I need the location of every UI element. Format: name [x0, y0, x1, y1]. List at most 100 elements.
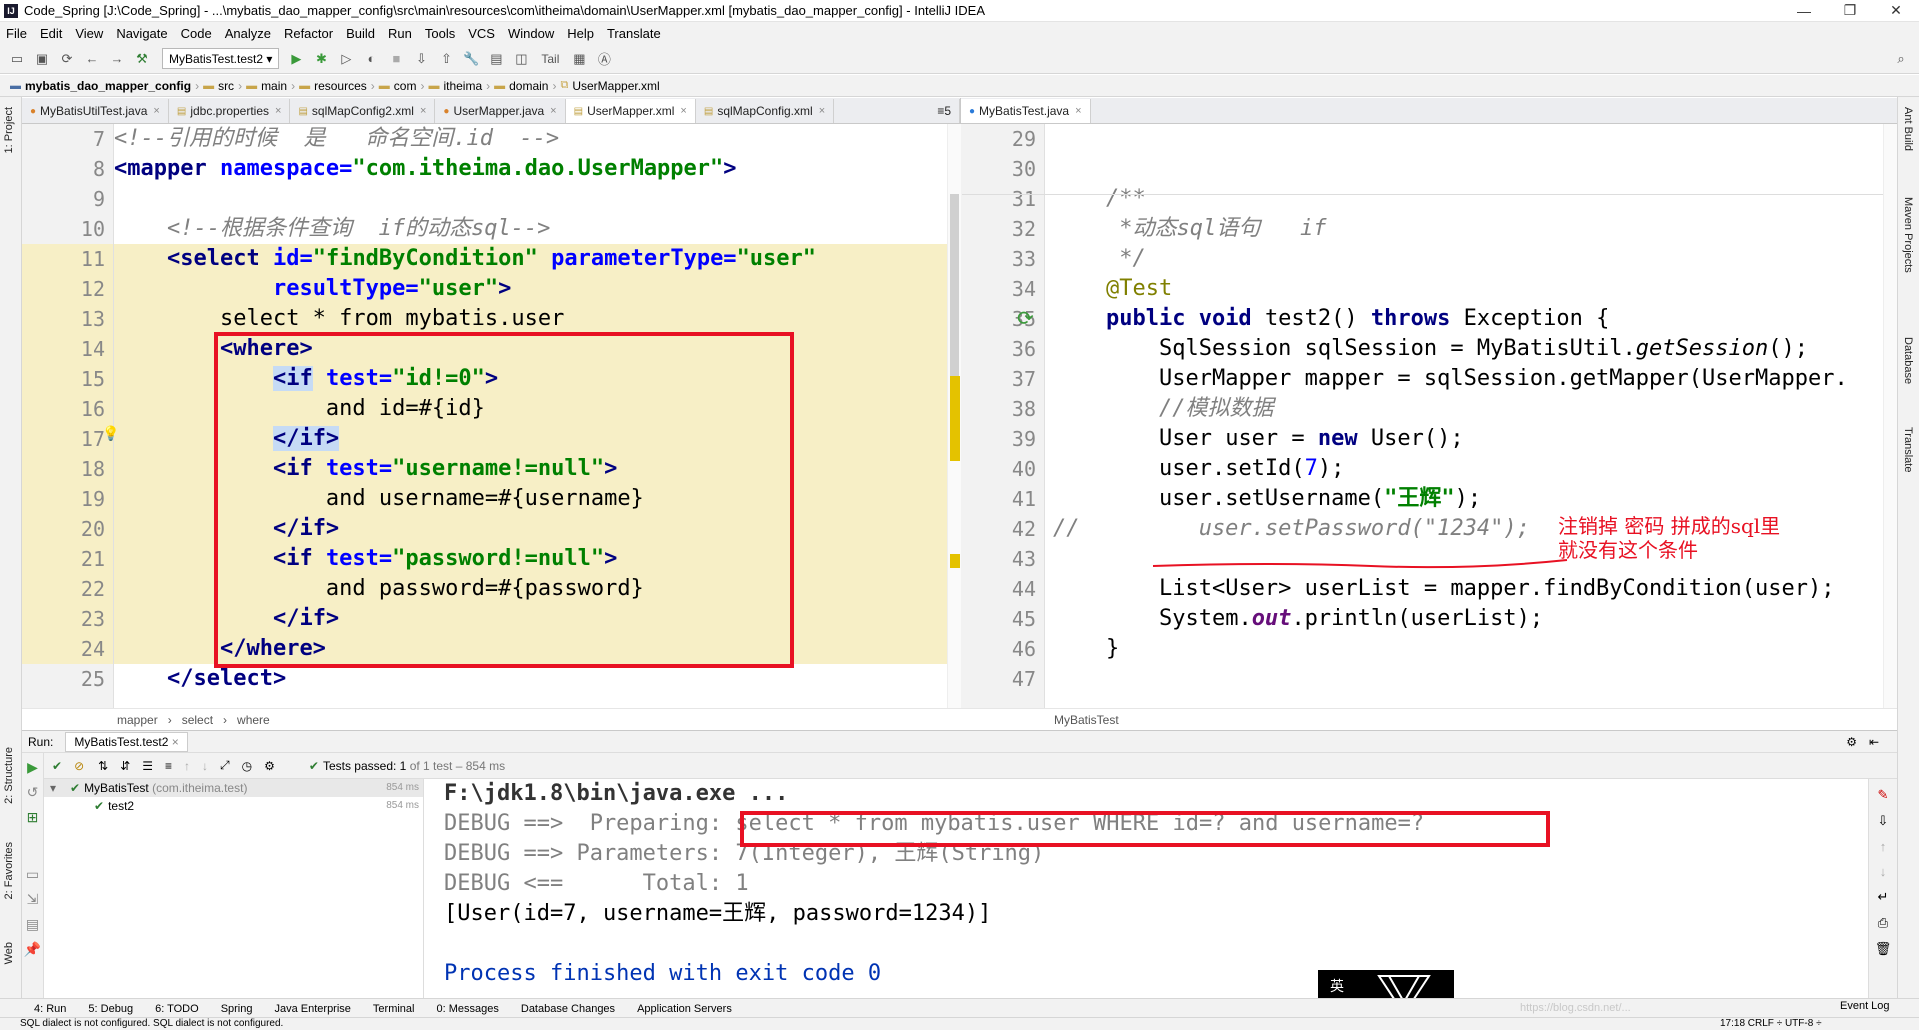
soft-wrap-icon[interactable]: ↵: [1869, 889, 1897, 905]
menu-tools[interactable]: Tools: [425, 26, 455, 41]
menu-window[interactable]: Window: [508, 26, 554, 41]
intention-bulb-icon[interactable]: 💡: [102, 426, 119, 442]
debug-icon[interactable]: ✱: [310, 48, 332, 70]
menu-analyze[interactable]: Analyze: [225, 26, 271, 41]
run-test-gutter-icon[interactable]: ⟳: [1017, 306, 1034, 330]
save-icon[interactable]: ▣: [31, 48, 53, 70]
vcs-commit-icon[interactable]: ⇧: [435, 48, 457, 70]
sync-icon[interactable]: ⟳: [56, 48, 78, 70]
menu-run[interactable]: Run: [388, 26, 412, 41]
layout-icon[interactable]: ▤: [22, 916, 43, 933]
stop-icon[interactable]: ■: [385, 48, 407, 70]
run-icon[interactable]: ▶: [285, 48, 307, 70]
test-tree-row[interactable]: ▾ ✔ MyBatisTest (com.itheima.test) 854 ms: [44, 779, 423, 797]
editor-tab[interactable]: ▤ sqlMapConfig.xml ×: [696, 99, 835, 123]
console-down-icon[interactable]: ↓: [1869, 864, 1897, 879]
breadcrumb-item[interactable]: resources: [314, 79, 367, 93]
editor-tab[interactable]: ● MyBatisTest.java ×: [961, 99, 1091, 123]
dump-threads-icon[interactable]: ▭: [22, 866, 43, 883]
java-breadcrumb-item[interactable]: MyBatisTest: [1054, 713, 1119, 727]
structure-tool-tab[interactable]: 2: Structure: [3, 747, 15, 804]
menu-refactor[interactable]: Refactor: [284, 26, 333, 41]
bottom-tab[interactable]: 4: Run: [34, 1003, 66, 1015]
menu-vcs[interactable]: VCS: [468, 26, 495, 41]
prev-test-icon[interactable]: ↑: [184, 759, 190, 773]
tab-close-icon[interactable]: ×: [153, 105, 159, 117]
java-scrollbar[interactable]: [1883, 124, 1897, 708]
bottom-tab[interactable]: 6: TODO: [155, 1003, 199, 1015]
search-everywhere-icon[interactable]: ⌕: [1890, 48, 1912, 70]
translate-icon[interactable]: Ⓐ: [593, 48, 615, 70]
editor-tab[interactable]: ● MyBatisUtilTest.java ×: [22, 99, 169, 123]
back-icon[interactable]: ←: [81, 48, 103, 70]
menu-edit[interactable]: Edit: [40, 26, 62, 41]
xml-breadcrumb-item[interactable]: select: [182, 713, 213, 727]
bottom-tab[interactable]: 5: Debug: [88, 1003, 133, 1015]
breadcrumb-item[interactable]: itheima: [443, 79, 482, 93]
coverage-icon[interactable]: ▷: [335, 48, 357, 70]
editor-tab[interactable]: ● UserMapper.java ×: [435, 99, 566, 123]
menu-build[interactable]: Build: [346, 26, 375, 41]
bottom-tab[interactable]: Application Servers: [637, 1003, 732, 1015]
run-hide-icon[interactable]: ⇤: [1869, 735, 1879, 749]
menu-code[interactable]: Code: [181, 26, 212, 41]
export-results-icon[interactable]: ⤢: [220, 758, 230, 773]
menu-help[interactable]: Help: [567, 26, 594, 41]
tab-close-icon[interactable]: ×: [819, 105, 825, 117]
collapse-all-icon[interactable]: ≡: [165, 759, 172, 773]
console-output[interactable]: F:\jdk1.8\bin\java.exe ... DEBUG ==> Prep…: [424, 779, 1864, 1018]
print-icon[interactable]: ⎙: [1869, 915, 1897, 931]
rerun-failed-icon[interactable]: ↺: [22, 784, 43, 801]
xml-scrollbar[interactable]: [947, 124, 961, 708]
project-tool-tab[interactable]: 1: Project: [3, 107, 15, 153]
show-passed-icon[interactable]: ✔: [52, 759, 62, 773]
bottom-tab[interactable]: Spring: [221, 1003, 253, 1015]
web-tool-tab[interactable]: Web: [3, 942, 15, 964]
image-icon[interactable]: ▦: [568, 48, 590, 70]
pin-icon[interactable]: 📌: [22, 941, 43, 958]
clear-console-icon[interactable]: 🗑: [1869, 941, 1897, 957]
bottom-tab[interactable]: 0: Messages: [437, 1003, 499, 1015]
test-tree-row[interactable]: ✔ test2 854 ms: [44, 797, 423, 815]
tab-close-icon[interactable]: ×: [275, 105, 281, 117]
ant-build-tab[interactable]: Ant Build: [1902, 107, 1914, 151]
java-code-area[interactable]: /** *动态sql语句 if */ @Test public void tes…: [1053, 124, 1883, 708]
vcs-update-icon[interactable]: ⇩: [410, 48, 432, 70]
breadcrumb-item[interactable]: UserMapper.xml: [572, 79, 659, 93]
favorites-tool-tab[interactable]: 2: Favorites: [3, 842, 15, 899]
run-tab[interactable]: MyBatisTest.test2 ×: [65, 731, 188, 752]
tail-button[interactable]: Tail: [535, 48, 565, 70]
bottom-tab[interactable]: Database Changes: [521, 1003, 615, 1015]
sort-duration-icon[interactable]: ⇵: [120, 759, 130, 773]
minimize-button[interactable]: —: [1781, 3, 1827, 19]
editor-tab[interactable]: ▤ sqlMapConfig2.xml ×: [290, 99, 436, 123]
next-test-icon[interactable]: ↓: [202, 759, 208, 773]
sort-alpha-icon[interactable]: ⇅: [98, 759, 108, 773]
maximize-button[interactable]: ❐: [1827, 2, 1873, 19]
profile-icon[interactable]: ◐: [360, 48, 382, 70]
xml-breadcrumb-item[interactable]: where: [237, 713, 270, 727]
open-icon[interactable]: ▭: [6, 48, 28, 70]
editor-tab[interactable]: ▤ jdbc.properties ×: [169, 99, 291, 123]
settings-wrench-icon[interactable]: 🔧: [460, 48, 482, 70]
event-log-button[interactable]: Event Log: [1840, 1000, 1890, 1012]
tab-close-icon[interactable]: ×: [550, 105, 556, 117]
expand-all-icon[interactable]: ☰: [142, 759, 153, 773]
run-config-select[interactable]: MyBatisTest.test2 ▾: [162, 48, 280, 69]
sdk-icon[interactable]: ◫: [510, 48, 532, 70]
export-icon[interactable]: ⇲: [22, 891, 43, 908]
history-icon[interactable]: ◷: [242, 759, 252, 773]
tab-close-icon[interactable]: ×: [1075, 105, 1081, 117]
tab-overflow-button[interactable]: ≡5: [929, 99, 960, 123]
show-ignored-icon[interactable]: ⊘: [74, 759, 84, 773]
breadcrumb-item[interactable]: domain: [509, 79, 548, 93]
console-edit-icon[interactable]: ✎: [1869, 787, 1897, 803]
breadcrumb-item[interactable]: src: [218, 79, 234, 93]
translate-tab[interactable]: Translate: [1902, 427, 1914, 472]
toggle-autotest-icon[interactable]: ⊞: [22, 809, 43, 826]
tab-close-icon[interactable]: ×: [680, 105, 686, 117]
tab-close-icon[interactable]: ×: [420, 105, 426, 117]
console-up-icon[interactable]: ↑: [1869, 839, 1897, 854]
maven-projects-tab[interactable]: Maven Projects: [1902, 197, 1914, 273]
build-hammer-icon[interactable]: ⚒: [131, 48, 153, 70]
